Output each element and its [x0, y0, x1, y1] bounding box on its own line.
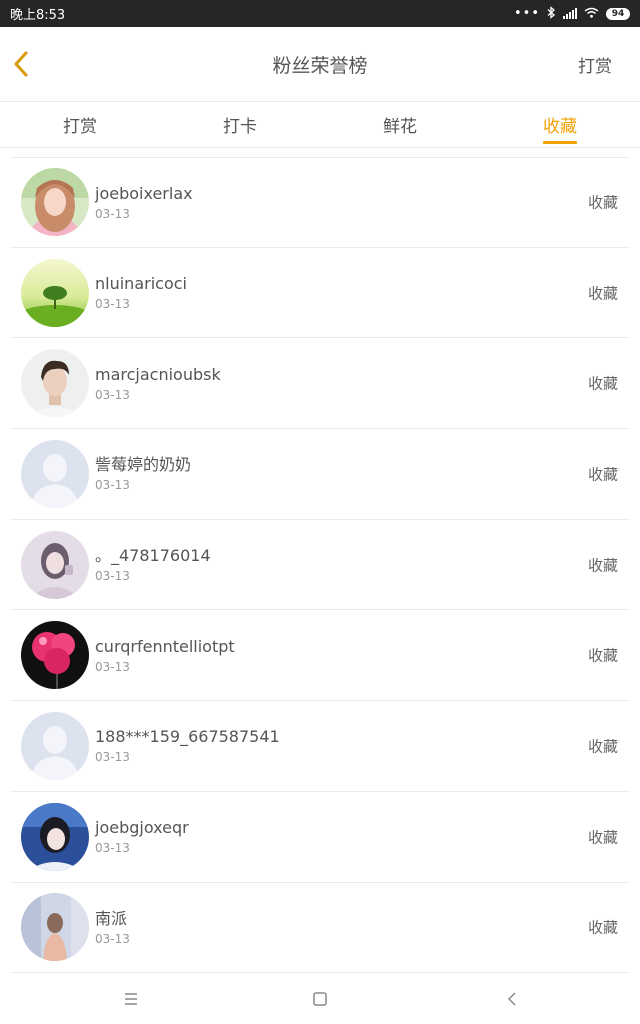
app-header: 粉丝荣誉榜 打赏 — [0, 27, 640, 102]
avatar[interactable] — [21, 621, 89, 690]
list-item[interactable]: marcjacnioubsk 03-13 收藏 — [10, 338, 630, 430]
bluetooth-icon — [547, 5, 556, 22]
item-date: 03-13 — [95, 659, 130, 674]
avatar[interactable] — [21, 530, 89, 599]
user-name: 南派 — [95, 908, 128, 928]
signal-icon — [563, 8, 577, 19]
item-date: 03-13 — [95, 206, 130, 221]
user-name: 188***159_667587541 — [95, 727, 280, 747]
user-name: marcjacnioubsk — [95, 364, 221, 384]
reward-button[interactable]: 打赏 — [578, 52, 612, 77]
favorite-label: 收藏 — [587, 556, 618, 575]
favorite-label: 收藏 — [587, 465, 618, 484]
favorite-label: 收藏 — [587, 284, 618, 303]
back-arrow-icon[interactable] — [8, 49, 36, 81]
list-item[interactable]: 訾莓婷的奶奶 03-13 收藏 — [10, 429, 630, 520]
list-item[interactable]: 南派 03-13 收藏 — [10, 883, 630, 974]
user-name: 訾莓婷的奶奶 — [95, 455, 192, 475]
wifi-icon — [584, 7, 599, 21]
tab-favorites[interactable]: 收藏 — [480, 102, 640, 147]
user-name: joebgjoxeqr — [95, 818, 189, 838]
avatar[interactable] — [21, 893, 89, 962]
item-date: 03-13 — [95, 750, 130, 765]
avatar[interactable] — [21, 349, 89, 418]
item-date: 03-13 — [95, 297, 130, 312]
default-avatar-icon[interactable] — [21, 439, 89, 508]
user-name: 。_478176014 — [95, 546, 211, 566]
favorite-label: 收藏 — [587, 918, 618, 937]
item-date: 03-13 — [95, 387, 130, 402]
status-icons: ••• 94 — [513, 5, 630, 22]
avatar[interactable] — [21, 258, 89, 327]
user-name: nluinaricoci — [95, 274, 187, 294]
list-item[interactable]: joeboixerlax 03-13 收藏 — [10, 157, 630, 248]
default-avatar-icon[interactable] — [21, 711, 89, 780]
user-name: curqrfenntelliotpt — [95, 636, 235, 656]
favorite-label: 收藏 — [587, 193, 618, 212]
user-name: joeboixerlax — [95, 183, 193, 203]
list-item[interactable]: 。_478176014 03-13 收藏 — [10, 520, 630, 611]
page-title: 粉丝荣誉榜 — [272, 54, 368, 77]
item-date: 03-13 — [95, 569, 130, 584]
home-icon[interactable] — [309, 988, 331, 1010]
battery-indicator: 94 — [606, 7, 630, 20]
list-item[interactable]: curqrfenntelliotpt 03-13 收藏 — [10, 610, 630, 702]
favorite-label: 收藏 — [587, 374, 618, 393]
list-item[interactable]: 188***159_667587541 03-13 收藏 — [10, 701, 630, 792]
favorite-label: 收藏 — [587, 737, 618, 756]
tab-bar: 打赏 打卡 鲜花 收藏 — [0, 102, 640, 148]
avatar[interactable] — [21, 802, 89, 871]
menu-icon[interactable] — [120, 988, 142, 1010]
item-date: 03-13 — [95, 931, 130, 946]
more-dots-icon: ••• — [513, 6, 540, 21]
tab-flowers[interactable]: 鲜花 — [320, 102, 480, 147]
status-bar: 晚上8:53 ••• 94 — [0, 0, 640, 27]
favorite-label: 收藏 — [587, 646, 618, 665]
fan-list: joeboixerlax 03-13 收藏 nluinaricoci 03-13… — [0, 157, 640, 974]
status-time: 晚上8:53 — [10, 8, 66, 23]
tab-checkin[interactable]: 打卡 — [160, 102, 320, 147]
list-item[interactable]: joebgjoxeqr 03-13 收藏 — [10, 792, 630, 883]
back-icon[interactable] — [501, 988, 523, 1010]
system-nav-bar — [0, 974, 640, 1024]
item-date: 03-13 — [95, 478, 130, 493]
favorite-label: 收藏 — [587, 828, 618, 847]
tab-reward[interactable]: 打赏 — [0, 102, 160, 147]
list-item[interactable]: nluinaricoci 03-13 收藏 — [10, 248, 630, 339]
avatar[interactable] — [21, 168, 89, 237]
item-date: 03-13 — [95, 841, 130, 856]
